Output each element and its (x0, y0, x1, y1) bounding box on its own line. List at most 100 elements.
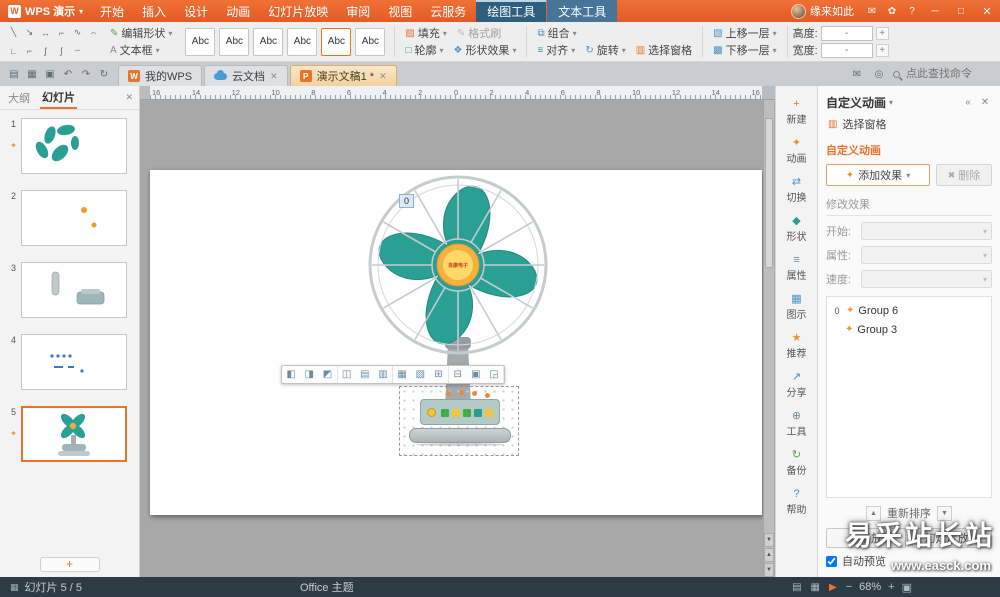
width-stepper[interactable]: + (875, 43, 889, 57)
arc-shape-icon[interactable]: ⌢ (86, 25, 101, 40)
shape-style-preset-1[interactable]: Abc (185, 27, 216, 56)
equal-width-icon[interactable]: ⊞ (429, 366, 449, 383)
align-top-icon[interactable]: ◫ (338, 366, 356, 383)
tab-outline[interactable]: 大纲 (6, 88, 32, 108)
height-stepper[interactable]: + (875, 26, 889, 40)
fan-base-selection[interactable] (399, 386, 519, 456)
arrow-shape-icon[interactable]: ↘ (22, 25, 37, 40)
width-input[interactable] (820, 42, 873, 58)
menu-cloud[interactable]: 云服务 (421, 0, 475, 22)
menu-home[interactable]: 开始 (91, 0, 133, 22)
distribute-horizontal-icon[interactable]: ▦ (393, 366, 411, 383)
property-select[interactable]: ▾ (861, 246, 992, 264)
align-middle-icon[interactable]: ▤ (356, 366, 374, 383)
menu-review[interactable]: 审阅 (337, 0, 379, 22)
slide-thumbnail-5[interactable]: 5 ✦ (6, 406, 133, 462)
tab-cloud-docs[interactable]: 云文档 ✕ (204, 65, 288, 86)
slide-thumbnail-2[interactable]: 2 (6, 190, 133, 246)
slide-thumbnail-4[interactable]: 4 (6, 334, 133, 390)
strip-backup[interactable]: ↻ 备份 (776, 447, 817, 479)
slideshow-view-icon[interactable]: ▶ (829, 582, 837, 593)
shape-style-preset-6[interactable]: Abc (355, 27, 386, 56)
menu-slideshow[interactable]: 幻灯片放映 (259, 0, 337, 22)
zoom-out-button[interactable]: − (846, 581, 852, 593)
normal-view-icon[interactable]: ▤ (792, 582, 801, 593)
menu-animation[interactable]: 动画 (217, 0, 259, 22)
align-button[interactable]: ≡ 对齐 ▾ (532, 42, 580, 58)
add-slide-button[interactable]: + (39, 556, 100, 572)
animation-item-group6[interactable]: 0 ✦ Group 6 (829, 301, 989, 320)
slide-2-preview[interactable] (21, 190, 127, 246)
edit-shape-button[interactable]: ✎ 编辑形状 ▾ (105, 25, 177, 41)
elbow-shape-icon[interactable]: ⌐ (54, 25, 69, 40)
line-shape-icon[interactable]: ╲ (6, 25, 21, 40)
close-panel-icon[interactable]: ✕ (978, 97, 992, 108)
distribute-vertical-icon[interactable]: ▧ (411, 366, 429, 383)
start-select[interactable]: ▾ (861, 222, 992, 240)
strip-properties[interactable]: ≡ 属性 (776, 252, 817, 284)
text-box-button[interactable]: A 文本框 ▾ (105, 42, 177, 58)
maximize-button[interactable]: □ (948, 0, 974, 22)
height-input[interactable] (820, 25, 873, 41)
format-painter-button[interactable]: ✎ 格式刷 (452, 25, 506, 41)
feedback-icon[interactable]: ✉ (849, 66, 865, 82)
delete-effect-button[interactable]: ✖ 删除 (936, 164, 992, 186)
previous-slide-icon[interactable]: ▲ (764, 548, 774, 562)
smile-shape-icon[interactable]: ⌣ (70, 43, 85, 58)
tab-drawing-tools[interactable]: 绘图工具 (476, 0, 547, 22)
add-effect-button[interactable]: ✦ 添加效果 ▾ (826, 164, 930, 186)
slide-3-preview[interactable] (21, 262, 127, 318)
fit-slide-icon[interactable]: ▣ (902, 581, 912, 594)
skin-icon[interactable]: ✿ (882, 0, 902, 22)
bring-forward-button[interactable]: ▧ 上移一层 ▾ (708, 25, 781, 41)
slide-canvas[interactable]: 良康电子 0 ◧ ◨ ◩ ◫ ▤ ▥ ▦ ▧ ⊞ ⊟ ▣ ◲ (150, 170, 762, 515)
chevron-down-icon[interactable]: ▾ (889, 98, 893, 107)
shape-style-preset-3[interactable]: Abc (253, 27, 284, 56)
rotate-button[interactable]: ↻ 旋转 ▾ (580, 42, 630, 58)
menu-insert[interactable]: 插入 (133, 0, 175, 22)
curve-shape-icon[interactable]: ∿ (70, 25, 85, 40)
tab-text-tools[interactable]: 文本工具 (547, 0, 618, 22)
connector-shape-icon[interactable]: ⌐ (22, 43, 37, 58)
align-center-icon[interactable]: ◨ (300, 366, 318, 383)
slide-5-preview[interactable] (21, 406, 127, 462)
next-slide-icon[interactable]: ▼ (764, 563, 774, 577)
tab-presentation1[interactable]: P 演示文稿1 * ✕ (289, 65, 397, 86)
menu-view[interactable]: 视图 (379, 0, 421, 22)
fill-button[interactable]: ▨ 填充 ▾ (400, 25, 451, 41)
slide-4-preview[interactable] (21, 334, 127, 390)
redo-icon[interactable]: ↷ (78, 66, 94, 82)
align-right-icon[interactable]: ◩ (318, 366, 338, 383)
user-avatar[interactable] (791, 3, 806, 19)
slide-thumbnail-1[interactable]: 1 ✦ (6, 118, 133, 174)
wps-menu-button[interactable]: W WPS 演示 ▾ (0, 0, 91, 22)
message-icon[interactable]: ✉ (862, 0, 882, 22)
command-search-input[interactable] (904, 67, 992, 81)
send-backward-button[interactable]: ▩ 下移一层 ▾ (708, 42, 781, 58)
double-arrow-shape-icon[interactable]: ↔ (38, 25, 53, 40)
shape-style-preset-2[interactable]: Abc (219, 27, 250, 56)
zoom-in-button[interactable]: + (888, 581, 894, 593)
selection-pane-button[interactable]: ▥ 选择窗格 (631, 42, 697, 58)
minimize-button[interactable]: ─ (922, 0, 948, 22)
freeform-shape-icon[interactable]: ʃ (38, 43, 53, 58)
shape-style-preset-5[interactable]: Abc (321, 27, 352, 56)
menu-icon[interactable]: ▤ (6, 66, 22, 82)
scribble-shape-icon[interactable]: ∫ (54, 43, 69, 58)
relative-align-icon[interactable]: ◲ (485, 366, 505, 383)
strip-shapes[interactable]: ◆ 形状 (776, 213, 817, 245)
zoom-level[interactable]: 68% (859, 581, 881, 593)
shape-effects-button[interactable]: ❖ 形状效果 ▾ (448, 42, 521, 58)
close-button[interactable]: ✕ (974, 0, 1000, 22)
scrollbar-thumb[interactable] (765, 118, 773, 268)
strip-share[interactable]: ↗ 分享 (776, 369, 817, 401)
refresh-icon[interactable]: ↻ (96, 66, 112, 82)
save-icon[interactable]: ▦ (24, 66, 40, 82)
collapse-panel-icon[interactable]: « (961, 97, 975, 108)
equal-height-icon[interactable]: ⊟ (449, 366, 467, 383)
print-icon[interactable]: ▣ (42, 66, 58, 82)
tab-slides[interactable]: 幻灯片 (40, 87, 77, 109)
strip-recommend[interactable]: ★ 推荐 (776, 330, 817, 362)
animation-order-badge[interactable]: 0 (399, 194, 415, 208)
align-left-icon[interactable]: ◧ (282, 366, 300, 383)
